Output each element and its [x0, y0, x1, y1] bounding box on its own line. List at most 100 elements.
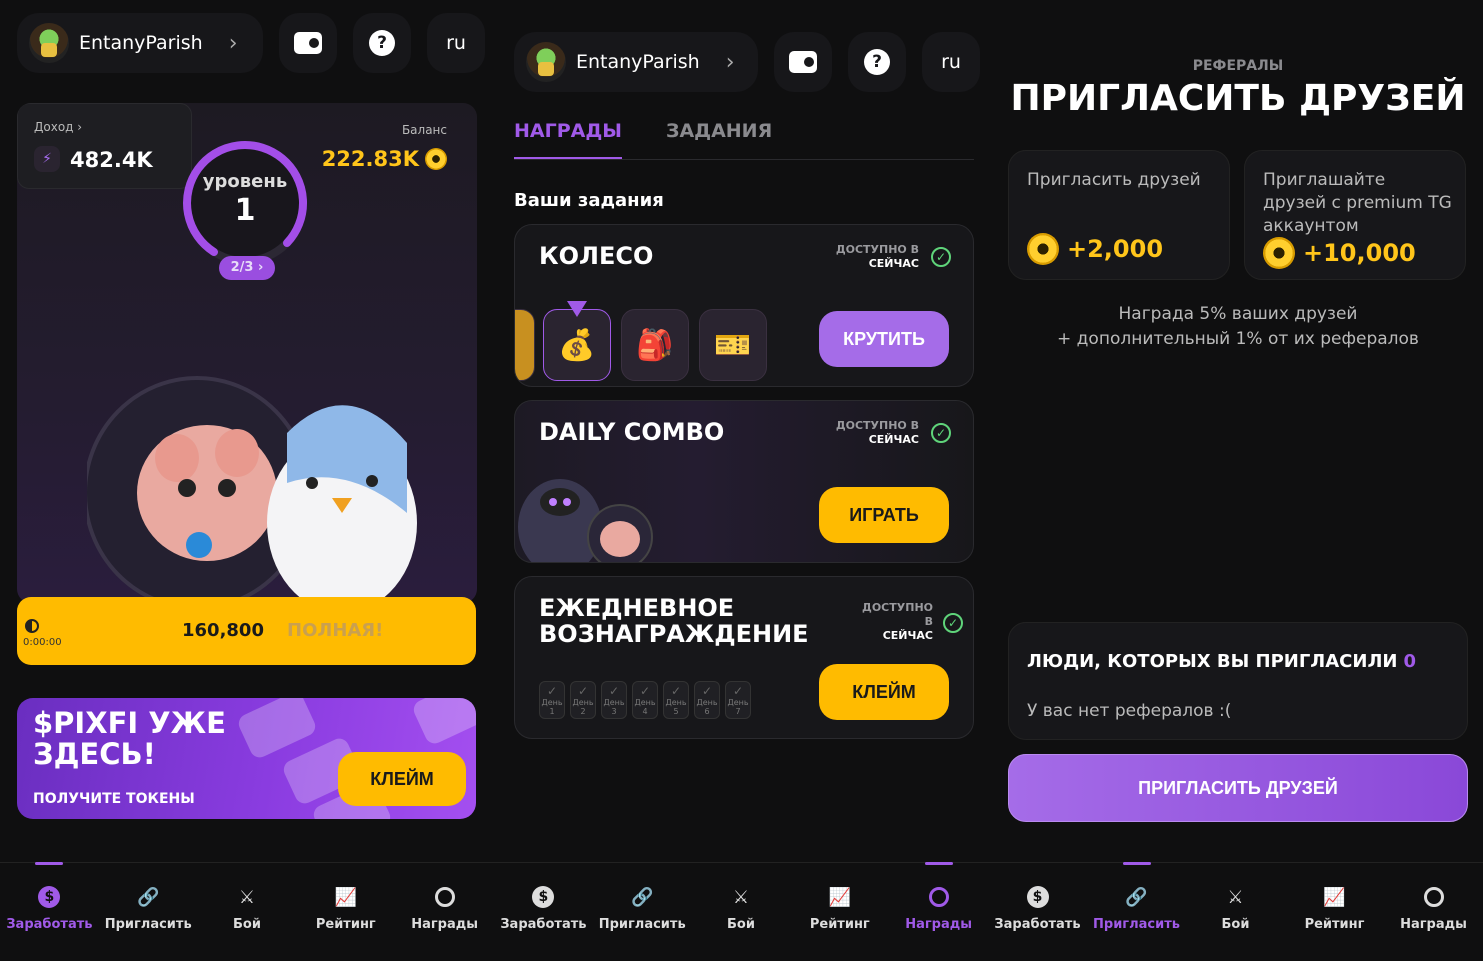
reward-value: +2,000 — [1027, 233, 1163, 265]
reward-value: +10,000 — [1263, 237, 1416, 269]
nav-rating[interactable]: 📈 Рейтинг — [1285, 863, 1384, 961]
availability-label: ДОСТУПНО В СЕЙЧАС — [835, 243, 919, 270]
nav-battle[interactable]: ⚔ Бой — [692, 863, 791, 961]
invited-title: ЛЮДИ, КОТОРЫХ ВЫ ПРИГЛАСИЛИ 0 — [1027, 651, 1416, 672]
nav-invite[interactable]: 🔗 Пригласить — [99, 863, 198, 961]
language-button[interactable]: ru — [427, 13, 485, 73]
ticket-icon: 🎫 — [699, 309, 767, 381]
level-number: 1 — [234, 193, 256, 228]
avatar — [29, 23, 69, 63]
day-box: ✓ День 1 — [539, 681, 565, 719]
level-progress-badge[interactable]: 2/3 › — [219, 256, 275, 280]
trend-icon: 📈 — [334, 886, 357, 908]
link-icon: 🔗 — [1125, 886, 1148, 908]
user-name: EntanyParish — [576, 51, 700, 73]
promo-title: $PIXFI УЖЕ ЗДЕСЬ! — [33, 706, 226, 771]
earn-screen: EntanyParish › ? ru Доход › ⚡ 482.4K Бал… — [0, 0, 494, 961]
top-bar: EntanyParish › ? ru — [17, 13, 485, 73]
coins-prize-icon — [515, 309, 535, 381]
premium-reward-card: Приглашайте друзей с premium TG аккаунто… — [1244, 150, 1466, 280]
purple-bag-icon: 🎒 — [621, 309, 689, 381]
referral-note: Награда 5% ваших друзей + дополнительный… — [1057, 304, 1419, 349]
pixel-coin-decoration — [235, 698, 319, 761]
badge-icon — [1422, 885, 1446, 909]
invited-people-card: ЛЮДИ, КОТОРЫХ ВЫ ПРИГЛАСИЛИ 0 У вас нет р… — [1008, 622, 1468, 740]
check-icon: ✓ — [931, 423, 951, 443]
user-profile-button[interactable]: EntanyParish › — [17, 13, 263, 73]
card-text: Приглашайте друзей с premium TG аккаунто… — [1263, 170, 1452, 236]
pixfi-promo-banner[interactable]: $PIXFI УЖЕ ЗДЕСЬ! ПОЛУЧИТЕ ТОКЕНЫ КЛЕЙМ — [17, 698, 476, 819]
invite-friends-button[interactable]: ПРИГЛАСИТЬ ДРУЗЕЙ — [1008, 754, 1468, 822]
language-button[interactable]: ru — [922, 32, 980, 92]
bottom-nav: Заработать 🔗Пригласить ⚔Бой 📈Рейтинг Наг… — [988, 862, 1483, 961]
play-button[interactable]: ИГРАТЬ — [819, 487, 949, 543]
stats-card: Доход › ⚡ 482.4K Баланс 222.83K уровень … — [17, 103, 477, 603]
nav-rewards[interactable]: Награды — [889, 862, 988, 961]
coin-icon — [1263, 237, 1295, 269]
empty-state: У вас нет рефералов :( — [1027, 701, 1232, 721]
top-bar: EntanyParish › ? ru — [514, 32, 980, 92]
balance-value: 222.83K — [322, 147, 447, 171]
nav-earn[interactable]: Заработать — [494, 863, 593, 961]
wallet-button[interactable] — [774, 32, 832, 92]
section-label: РЕФЕРАЛЫ — [1192, 58, 1284, 74]
income-label: Доход › — [34, 120, 83, 134]
timer-icon — [25, 619, 39, 633]
availability-label: ДОСТУПНО В СЕЙЧАС — [862, 601, 933, 642]
energy-bar: 0:00:00 160,800 ПОЛНАЯ! — [17, 597, 476, 665]
spin-button[interactable]: КРУТИТЬ — [819, 311, 949, 367]
help-button[interactable]: ? — [848, 32, 906, 92]
nav-invite[interactable]: 🔗 Пригласить — [593, 863, 692, 961]
day-box: ✓ День 2 — [570, 681, 596, 719]
day-box: ✓ День 4 — [632, 681, 658, 719]
timer-text: 0:00:00 — [23, 637, 62, 648]
swords-icon: ⚔ — [732, 886, 750, 908]
mascot-illustration — [87, 376, 417, 603]
trend-icon: 📈 — [828, 886, 851, 908]
chevron-right-icon: › — [725, 49, 735, 75]
bottom-nav: Заработать 🔗Пригласить ⚔Бой 📈Рейтинг Наг… — [0, 862, 494, 961]
task-card-daily-combo: DAILY COMBO ДОСТУПНО В СЕЙЧАС ✓ ИГРАТЬ — [514, 400, 974, 563]
income-value: 482.4K — [70, 148, 153, 172]
card-text: Пригласить друзей — [1027, 170, 1201, 190]
promo-claim-button[interactable]: КЛЕЙМ — [338, 752, 466, 806]
balance-label: Баланс — [401, 123, 447, 137]
bolt-icon: ⚡ — [34, 146, 60, 172]
day-box: ✓ День 3 — [601, 681, 627, 719]
nav-battle[interactable]: ⚔ Бой — [1186, 863, 1285, 961]
income-box[interactable]: Доход › ⚡ 482.4K — [17, 103, 192, 189]
link-icon: 🔗 — [136, 886, 160, 908]
help-icon: ? — [369, 30, 395, 56]
tab-rewards[interactable]: НАГРАДЫ — [514, 120, 622, 159]
nav-earn[interactable]: Заработать — [0, 862, 99, 961]
check-icon: ✓ — [943, 613, 963, 633]
nav-rating[interactable]: 📈 Рейтинг — [790, 863, 889, 961]
nav-rewards[interactable]: Награды — [395, 863, 494, 961]
chevron-right-icon: › — [228, 30, 238, 56]
swords-icon: ⚔ — [238, 886, 256, 908]
trend-icon: 📈 — [1323, 886, 1346, 908]
check-icon: ✓ — [931, 247, 951, 267]
claim-button[interactable]: КЛЕЙМ — [819, 664, 949, 720]
tab-tasks[interactable]: ЗАДАНИЯ — [666, 120, 772, 159]
nav-invite[interactable]: 🔗 Пригласить — [1087, 862, 1186, 961]
dollar-icon — [531, 885, 555, 909]
nav-earn[interactable]: Заработать — [988, 863, 1087, 961]
coin-icon — [1027, 233, 1059, 265]
energy-value: 160,800 — [182, 620, 264, 641]
money-bag-icon: 💰 — [543, 309, 611, 381]
promo-subtitle: ПОЛУЧИТЕ ТОКЕНЫ — [33, 791, 195, 807]
nav-battle[interactable]: ⚔ Бой — [198, 863, 297, 961]
day-box: ✓ День 7 — [725, 681, 751, 719]
task-card-wheel: КОЛЕСО ДОСТУПНО В СЕЙЧАС ✓ 💰 🎒 🎫 КРУТИТЬ — [514, 224, 974, 387]
badge-icon — [433, 885, 457, 909]
availability-label: ДОСТУПНО В СЕЙЧАС — [835, 419, 919, 446]
task-title: КОЛЕСО — [539, 242, 654, 270]
user-profile-button[interactable]: EntanyParish › — [514, 32, 758, 92]
help-button[interactable]: ? — [353, 13, 411, 73]
nav-rewards[interactable]: Награды — [1384, 863, 1483, 961]
nav-rating[interactable]: 📈 Рейтинг — [296, 863, 395, 961]
wallet-button[interactable] — [279, 13, 337, 73]
wheel-pointer-icon — [567, 301, 587, 317]
help-icon: ? — [864, 49, 890, 75]
